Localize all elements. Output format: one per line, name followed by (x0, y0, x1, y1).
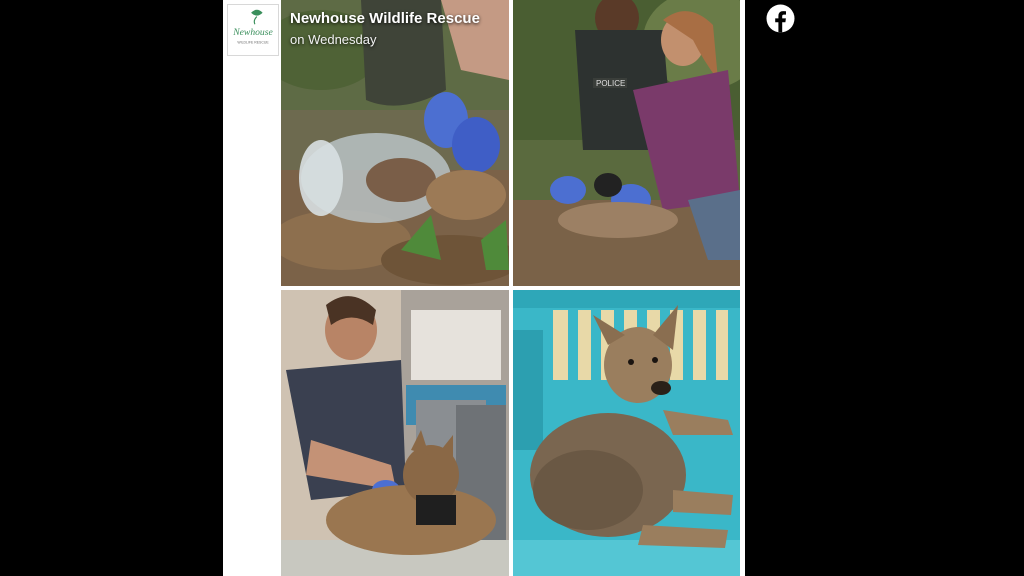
photo-grid: POLICE (223, 0, 745, 576)
video-frame: POLICE Newhouse WILDLIFE RESCUE Newhouse… (0, 0, 1024, 576)
vet-harness-photo[interactable] (281, 290, 509, 576)
logo-text: Newhouse (232, 27, 273, 38)
page-logo[interactable]: Newhouse WILDLIFE RESCUE (227, 4, 279, 56)
logo-subtext: WILDLIFE RESCUE (237, 40, 269, 44)
coyote-crate-photo[interactable] (513, 290, 740, 576)
facebook-icon[interactable] (766, 4, 795, 33)
facebook-post-embed: POLICE Newhouse WILDLIFE RESCUE Newhouse… (223, 0, 745, 576)
post-timestamp[interactable]: on Wednesday (290, 32, 377, 47)
police-badge-text: POLICE (596, 79, 625, 88)
page-name-link[interactable]: Newhouse Wildlife Rescue (290, 10, 480, 27)
rescuers-kneeling-photo[interactable]: POLICE (513, 0, 740, 286)
